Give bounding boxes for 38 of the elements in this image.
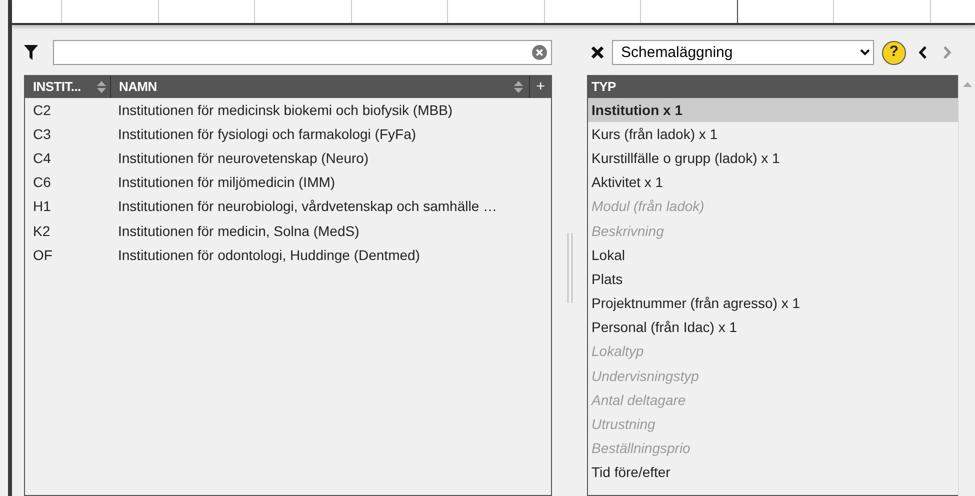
table-cell-text: C3: [32, 124, 52, 144]
list-item[interactable]: Tid före/efter: [588, 460, 958, 485]
sort-icon[interactable]: [97, 81, 106, 93]
splitter-grip-icon[interactable]: [566, 232, 572, 302]
table-cell-text: C4: [32, 148, 52, 168]
list-item[interactable]: Projektnummer (från agresso) x 1: [588, 292, 958, 316]
table-cell-text: Institutionen för fysiologi och farmakologi (FyFa): [117, 124, 416, 144]
back-icon[interactable]: [918, 46, 928, 59]
list-item[interactable]: Kurstillfälle o grupp (ladok) x 1: [588, 146, 958, 171]
table-cell-text: C6: [32, 173, 52, 192]
filter-field[interactable]: [53, 40, 552, 65]
column-header[interactable]: NAMN: [119, 77, 157, 97]
scroll-up-icon[interactable]: [962, 82, 972, 87]
table-cell-text: Institutionen för miljömedicin (IMM): [117, 173, 336, 192]
clear-icon[interactable]: [532, 45, 547, 60]
view-select[interactable]: Schemaläggning: [612, 40, 874, 65]
help-button[interactable]: ?: [882, 40, 906, 64]
table-cell-text: C2: [32, 100, 52, 120]
sort-icon[interactable]: [514, 81, 523, 93]
close-icon[interactable]: [591, 46, 604, 59]
list-item[interactable]: Lokal: [588, 243, 958, 268]
table-cell-text: OF: [32, 246, 54, 265]
list-item[interactable]: Aktivitet x 1: [588, 170, 958, 195]
list-item[interactable]: Kurs (från ladok) x 1: [588, 122, 958, 146]
table-cell-text: Institutionen för medicinsk biokemi och biofysik (MBB): [117, 100, 453, 120]
table-cell-text: Institutionen för neurovetenskap (Neuro): [117, 148, 369, 168]
list-item[interactable]: Institution x 1: [588, 98, 958, 122]
column-header[interactable]: INSTIT...: [33, 77, 81, 97]
list-item[interactable]: Personal (från Idac) x 1: [588, 316, 958, 340]
table-cell-text: K2: [32, 222, 52, 241]
filter-icon[interactable]: [24, 45, 38, 60]
table-cell-text: Institutionen för medicin, Solna (MedS): [117, 222, 360, 241]
table-cell-text: Institutionen för neurobiologi, vårdvetenskap och samhälle …: [117, 197, 497, 216]
add-column-button[interactable]: +: [529, 76, 551, 98]
list-item[interactable]: Plats: [588, 267, 958, 292]
table-cell-text: Institutionen för odontologi, Huddinge (Dentmed): [117, 246, 420, 265]
column-header[interactable]: TYP: [588, 76, 958, 98]
table-cell-text: H1: [32, 197, 52, 216]
